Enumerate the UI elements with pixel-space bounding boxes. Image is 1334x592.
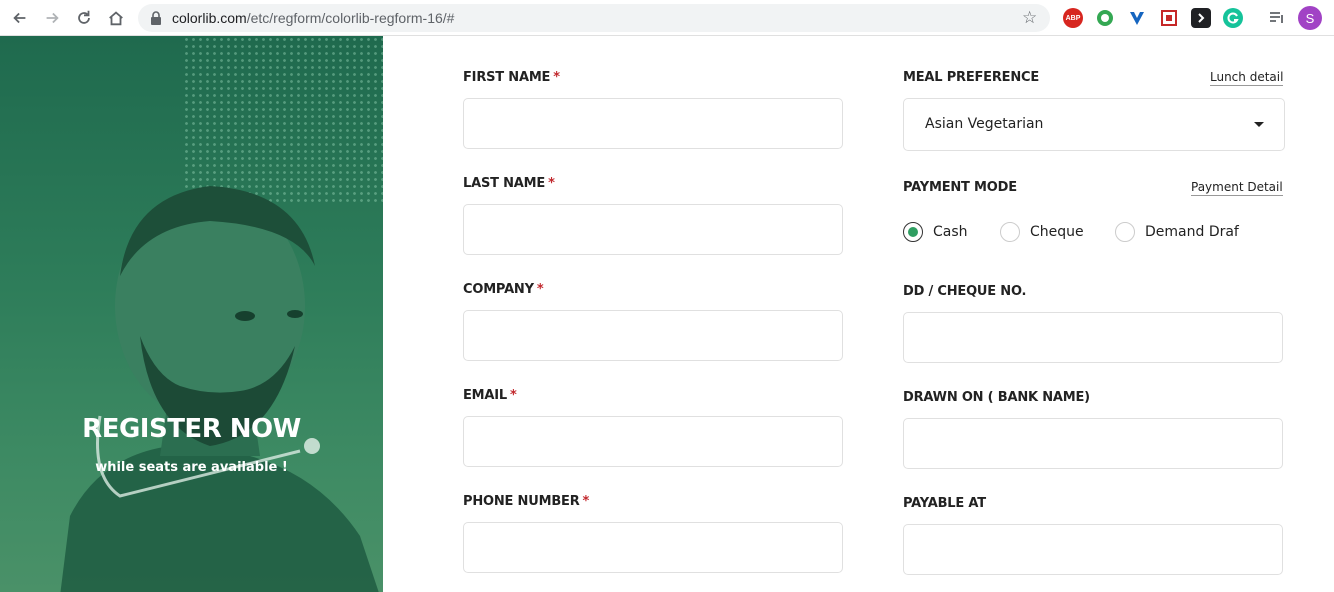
meal-preference-label: MEAL PREFERENCE: [903, 70, 1040, 85]
email-label: EMAIL *: [463, 388, 517, 403]
radio-cheque-label: Cheque: [1030, 224, 1084, 240]
first-name-input[interactable]: [463, 98, 843, 149]
payable-at-input[interactable]: [903, 524, 1283, 575]
company-label: COMPANY *: [463, 282, 544, 297]
home-icon[interactable]: [104, 6, 128, 30]
profile-avatar[interactable]: S: [1298, 6, 1322, 30]
phone-label: PHONE NUMBER *: [463, 494, 590, 509]
grammarly-icon[interactable]: [1223, 8, 1243, 28]
meal-preference-select[interactable]: Asian Vegetarian: [903, 98, 1285, 151]
browser-toolbar: colorlib.com/etc/regform/colorlib-regfor…: [0, 0, 1334, 36]
radio-cheque[interactable]: Cheque: [1000, 222, 1084, 242]
blue-v-icon[interactable]: [1127, 8, 1147, 28]
hero-subtitle: while seats are available !: [95, 460, 288, 475]
hero-title: REGISTER NOW: [82, 414, 301, 444]
payment-mode-label: PAYMENT MODE: [903, 180, 1017, 195]
address-bar[interactable]: colorlib.com/etc/regform/colorlib-regfor…: [138, 4, 1050, 32]
company-input[interactable]: [463, 310, 843, 361]
radio-demand-draft-label: Demand Draf: [1145, 224, 1239, 240]
green-circle-icon[interactable]: [1095, 8, 1115, 28]
radio-selected-icon: [903, 222, 923, 242]
url-text: colorlib.com/etc/regform/colorlib-regfor…: [172, 10, 455, 26]
drawn-on-label: DRAWN ON ( BANK NAME): [903, 390, 1090, 405]
caret-down-icon: [1254, 122, 1264, 127]
bookmark-star-icon[interactable]: ☆: [1022, 9, 1040, 27]
forward-icon[interactable]: [40, 6, 64, 30]
radio-cash[interactable]: Cash: [903, 222, 968, 242]
dd-cheque-label: DD / CHEQUE NO.: [903, 284, 1027, 299]
meal-preference-value: Asian Vegetarian: [925, 116, 1044, 132]
lunch-detail-link[interactable]: Lunch detail: [1210, 70, 1284, 86]
red-square-icon[interactable]: [1159, 8, 1179, 28]
reload-icon[interactable]: [72, 6, 96, 30]
radio-cash-label: Cash: [933, 224, 968, 240]
reading-list-icon[interactable]: [1267, 8, 1287, 28]
drawn-on-input[interactable]: [903, 418, 1283, 469]
back-icon[interactable]: [8, 6, 32, 30]
phone-input[interactable]: [463, 522, 843, 573]
adblock-plus-icon[interactable]: ABP: [1063, 8, 1083, 28]
last-name-input[interactable]: [463, 204, 843, 255]
dark-chevron-icon[interactable]: [1191, 8, 1211, 28]
payable-at-label: PAYABLE AT: [903, 496, 986, 511]
email-input[interactable]: [463, 416, 843, 467]
first-name-label: FIRST NAME *: [463, 70, 560, 85]
lock-icon: [151, 11, 161, 25]
dd-cheque-input[interactable]: [903, 312, 1283, 363]
radio-empty-icon: [1000, 222, 1020, 242]
radio-empty-icon: [1115, 222, 1135, 242]
speaker-photo: [60, 186, 379, 592]
payment-detail-link[interactable]: Payment Detail: [1191, 180, 1283, 196]
last-name-label: LAST NAME *: [463, 176, 555, 191]
radio-demand-draft[interactable]: Demand Draf: [1115, 222, 1239, 242]
hero-panel: REGISTER NOW while seats are available !: [0, 36, 383, 592]
